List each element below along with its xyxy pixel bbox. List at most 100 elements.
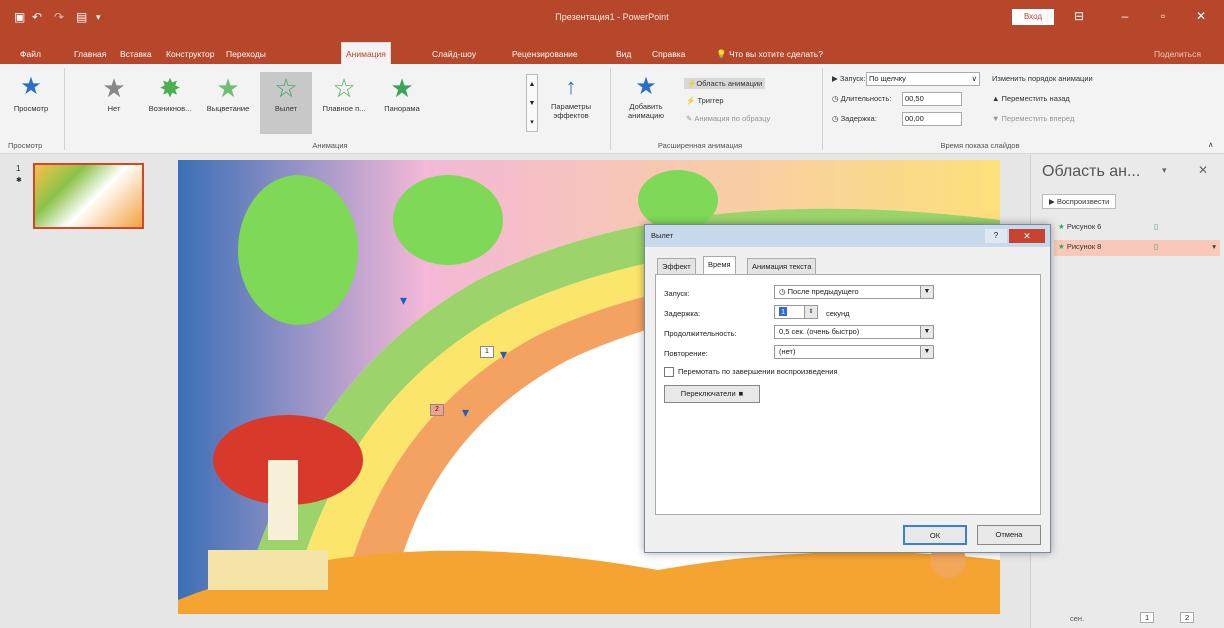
move-later-button[interactable]: ▼ Переместить вперед [992,114,1074,123]
animation-marker-1[interactable]: 1 [480,346,494,358]
effect-float-in[interactable]: ☆ Плавное п... [318,72,370,134]
effect-pan[interactable]: ★ Панорама [376,72,428,134]
zoom-label: сен. [1070,614,1085,623]
ribbon-display-icon[interactable]: ⊟ [1064,6,1094,26]
ribbon-divider [610,68,611,150]
tell-me-search[interactable]: 💡 Что вы хотите сделать? [712,44,827,64]
effect-fade[interactable]: ★ Выцветание [202,72,254,134]
tab-slideshow[interactable]: Слайд-шоу [428,44,480,64]
gallery-scroll[interactable]: ▲ ▼ ▾ [526,74,538,132]
preview-label: Просмотр [13,104,49,113]
chevron-down-icon: ▼ [920,326,933,338]
dlg-delay-label: Задержка: [664,309,701,318]
animation-pane-button[interactable]: ⚡Область анимации [684,78,766,89]
play-button[interactable]: ▶ Воспроизвести [1042,194,1117,209]
timing-panel: Запуск: ◷ После предыдущего ▼ Задержка: 1… [655,274,1041,515]
tab-review[interactable]: Рецензирование [508,44,582,64]
trigger-icon: ⚡ [686,96,698,105]
start-select[interactable]: По щелчку ∨ [866,72,980,86]
triggers-button[interactable]: Переключатели ■ [664,385,760,403]
effect-appear[interactable]: ✸ Возникнов... [144,72,196,134]
cancel-button[interactable]: Отмена [977,525,1041,545]
page-total: 2 [1180,612,1195,623]
preview-button[interactable]: ★ Просмотр [4,70,58,136]
trigger-button[interactable]: ⚡ Триггер [686,96,724,105]
maximize-icon[interactable]: ▫ [1148,6,1178,26]
tab-timing[interactable]: Время [703,256,736,274]
motion-cursor-icon: ▾ [400,292,408,308]
motion-cursor-icon: ▾ [500,346,508,362]
star-green-icon: ★ [390,73,414,103]
spinner-arrows-icon: ⇕ [804,306,817,318]
chevron-down-icon: ▼ [920,286,933,298]
tab-design[interactable]: Конструктор [162,44,218,64]
play-icon: ▶ [1049,197,1057,206]
animation-painter-button[interactable]: ✎ Анимация по образцу [686,114,770,123]
dlg-repeat-label: Повторение: [664,349,708,358]
slide-thumbnail[interactable] [33,163,144,229]
tab-home[interactable]: Главная [70,44,110,64]
pane-item-2[interactable]: ★ Рисунок 8 ▯ ▾ [1054,240,1220,256]
fly-in-dialog: Вылет ? ✕ Эффект Время Анимация текста З… [644,224,1051,553]
rewind-checkbox[interactable] [664,367,674,377]
motion-cursor-icon: ▾ [462,404,470,420]
sign-in-button[interactable]: Вход [1012,9,1054,25]
delay-label: ◷ Задержка: [832,114,877,123]
effect-options-button[interactable]: ↑ Параметры эффектов [540,72,602,138]
minimize-icon[interactable]: – [1110,6,1140,26]
clock-icon: ◷ [832,94,841,103]
collapse-ribbon-icon[interactable]: ∧ [1208,140,1214,149]
pane-item-1[interactable]: ★ Рисунок 6 ▯ [1058,222,1218,231]
rewind-label: Перемотать по завершении воспроизведения [678,367,838,376]
tab-insert[interactable]: Вставка [116,44,156,64]
pane-title: Область ан... [1042,163,1141,180]
dlg-start-select[interactable]: ◷ После предыдущего ▼ [774,285,934,299]
page-current[interactable]: 1 [1140,612,1155,623]
star-gray-icon: ★ [102,73,126,103]
help-icon[interactable]: ? [985,229,1007,243]
lightbulb-icon: 💡 [716,49,729,59]
close-icon[interactable]: ✕ [1186,6,1216,26]
ok-button[interactable]: ОК [903,525,967,545]
chevron-down-icon: ▼ [920,346,933,358]
clock-icon: ◷ [779,287,788,296]
tab-file[interactable]: Файл [16,44,45,64]
tell-me-text: Что вы хотите сделать? [728,49,823,59]
slide-anim-icon: ✱ [16,177,22,184]
slide-number: 1 [16,164,21,173]
preview-group-label: Просмотр [8,141,43,150]
down-arrow-icon: ▼ [992,114,1002,123]
delay-spinner[interactable]: 00,00 [902,112,962,126]
add-animation-button[interactable]: ★ Добавить анимацию [616,72,676,138]
chevron-down-icon: ∨ [971,74,978,83]
tab-effect[interactable]: Эффект [657,258,696,274]
pane-close-icon[interactable]: ✕ [1198,163,1208,177]
up-arrow-icon: ▲ [992,94,1002,103]
tab-view[interactable]: Вид [612,44,635,64]
pane-options-icon[interactable]: ▾ [1162,165,1167,176]
duration-spinner[interactable]: 00,50 [902,92,962,106]
dlg-repeat-select[interactable]: (нет) ▼ [774,345,934,359]
dlg-delay-spinner[interactable]: 1 ⇕ [774,305,818,319]
dlg-duration-select[interactable]: 0,5 сек. (очень быстро) ▼ [774,325,934,339]
animation-pane-icon: ⚡ [687,79,697,88]
effect-none[interactable]: ★ Нет [88,72,140,134]
add-animation-label: Добавить анимацию [628,102,664,120]
tab-text-animation[interactable]: Анимация текста [747,258,817,274]
timing-group-label: Время показа слайдов [940,141,1020,150]
tab-animations[interactable]: Анимация [341,42,391,64]
share-button[interactable]: Поделиться [1150,44,1205,64]
animation-marker-2[interactable]: 2 [430,404,444,416]
animation-group-label: Анимация [312,141,348,150]
animation-gallery: ★ Нет ✸ Возникнов... ★ Выцветание ☆ Выле… [78,66,540,140]
preview-star-icon: ★ [20,73,42,100]
move-earlier-button[interactable]: ▲ Переместить назад [992,94,1070,103]
start-icon: ▶ [832,74,840,83]
tab-help[interactable]: Справка [648,44,689,64]
ribbon-divider [822,68,823,150]
effect-fly-in[interactable]: ☆ Вылет [260,72,312,134]
tab-transitions[interactable]: Переходы [222,44,270,64]
start-label: ▶ Запуск: [832,74,866,83]
dialog-close-icon[interactable]: ✕ [1009,229,1045,243]
advanced-group-label: Расширенная анимация [657,141,743,150]
